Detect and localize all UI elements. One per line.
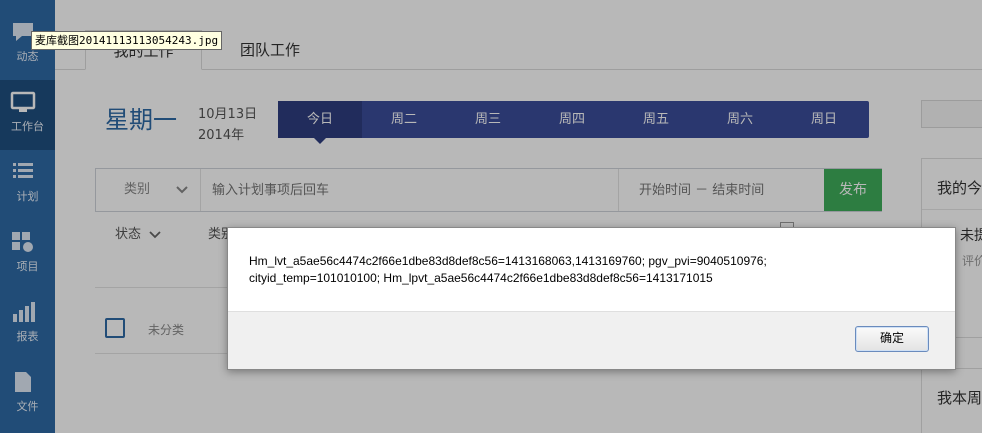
ok-button[interactable]: 确定	[855, 326, 929, 352]
filename-tooltip: 麦库截图20141113113054243.jpg	[31, 31, 223, 50]
alert-message: Hm_lvt_a5ae56c4474c2f66e1dbe83d8def8c56=…	[249, 254, 767, 285]
alert-footer: 确定	[228, 311, 955, 369]
alert-dialog: Hm_lvt_a5ae56c4474c2f66e1dbe83d8def8c56=…	[227, 227, 956, 370]
